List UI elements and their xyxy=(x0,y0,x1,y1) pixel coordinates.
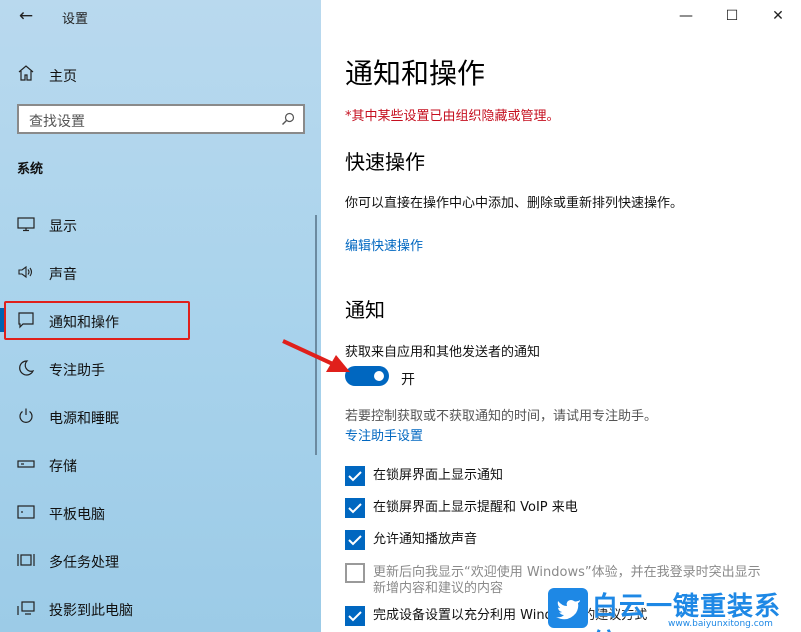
focus-assist-hint: 若要控制获取或不获取通知的时间，请试用专注助手。 xyxy=(345,409,658,424)
search-input[interactable]: 查找设置 xyxy=(17,104,305,134)
title-bar: ← 设置 xyxy=(0,0,321,34)
search-icon xyxy=(282,112,295,125)
sidebar-item-power-sleep[interactable]: 电源和睡眠 xyxy=(0,396,318,436)
checkbox-label-line2: 新增内容和建议的内容 xyxy=(373,581,504,596)
home-icon xyxy=(18,65,34,81)
edit-quick-actions-link[interactable]: 编辑快速操作 xyxy=(345,235,423,254)
checkbox-unchecked[interactable] xyxy=(345,563,365,583)
checkbox-checked[interactable] xyxy=(345,606,365,626)
sidebar-item-label: 投影到此电脑 xyxy=(49,603,133,619)
search-placeholder: 查找设置 xyxy=(29,114,85,130)
sidebar-item-label: 平板电脑 xyxy=(49,507,105,523)
maximize-button[interactable]: ☐ xyxy=(717,4,747,28)
checkbox-checked[interactable] xyxy=(345,530,365,550)
tablet-icon xyxy=(17,505,35,519)
checkmark-icon xyxy=(348,535,362,546)
sidebar-item-label: 声音 xyxy=(49,267,77,283)
app-title: 设置 xyxy=(62,12,89,27)
watermark: 白云一键重装系统 www.baiyunxitong.com xyxy=(548,586,801,632)
managed-warning: *其中某些设置已由组织隐藏或管理。 xyxy=(345,109,560,124)
main-content: — ☐ ✕ 通知和操作 *其中某些设置已由组织隐藏或管理。 快速操作 你可以直接… xyxy=(321,0,801,632)
project-icon xyxy=(17,601,35,615)
power-icon xyxy=(19,408,33,423)
back-button[interactable]: ← xyxy=(14,6,38,28)
checkbox-label: 允许通知播放声音 xyxy=(373,532,478,547)
checkbox-label: 在锁屏界面上显示提醒和 VoIP 来电 xyxy=(373,500,578,515)
sidebar-item-label: 显示 xyxy=(49,219,77,235)
close-icon: ✕ xyxy=(772,8,784,24)
checkmark-icon xyxy=(348,503,362,514)
checkmark-icon xyxy=(348,611,362,622)
close-button[interactable]: ✕ xyxy=(763,4,793,28)
notifications-toggle[interactable] xyxy=(345,366,389,386)
sidebar-item-project[interactable]: 投影到此电脑 xyxy=(0,588,318,628)
maximize-icon: ☐ xyxy=(725,8,739,24)
sidebar-item-label: 多任务处理 xyxy=(49,555,119,571)
sidebar-item-label: 主页 xyxy=(49,69,77,85)
minimize-button[interactable]: — xyxy=(671,4,701,28)
sidebar-item-label: 电源和睡眠 xyxy=(49,411,119,427)
checkmark-icon xyxy=(348,471,362,482)
sidebar-item-focus-assist[interactable]: 专注助手 xyxy=(0,348,318,388)
highlight-box xyxy=(4,301,190,340)
sidebar-scrollbar[interactable] xyxy=(315,215,317,455)
toggle-state-label: 开 xyxy=(401,372,415,388)
minimize-icon: — xyxy=(679,8,693,24)
section-header-system: 系统 xyxy=(17,162,44,177)
sidebar-item-storage[interactable]: 存储 xyxy=(0,444,318,484)
checkbox-checked[interactable] xyxy=(345,466,365,486)
storage-icon xyxy=(17,460,35,468)
page-title: 通知和操作 xyxy=(345,57,486,90)
notifications-toggle-label: 获取来自应用和其他发送者的通知 xyxy=(345,345,541,360)
quick-actions-heading: 快速操作 xyxy=(345,150,425,174)
checkbox-label: 在锁屏界面上显示通知 xyxy=(373,468,504,483)
sidebar: ← 设置 主页 查找设置 系统 显示 声音 通知和操作 专注助手 电源和睡眠 存… xyxy=(0,0,321,632)
sidebar-item-label: 专注助手 xyxy=(49,363,105,379)
monitor-icon xyxy=(17,217,35,232)
twitter-bird-logo-icon xyxy=(548,588,588,628)
checkbox-checked[interactable] xyxy=(345,498,365,518)
sidebar-item-display[interactable]: 显示 xyxy=(0,204,318,244)
sidebar-item-label: 存储 xyxy=(49,459,77,475)
checkbox-label-line1: 更新后向我显示“欢迎使用 Windows”体验，并在我登录时突出显示 xyxy=(373,565,761,580)
notifications-heading: 通知 xyxy=(345,298,385,322)
back-arrow-icon: ← xyxy=(18,6,34,26)
speaker-icon xyxy=(18,265,33,279)
quick-actions-description: 你可以直接在操作中心中添加、删除或重新排列快速操作。 xyxy=(345,196,684,211)
watermark-url: www.baiyunxitong.com xyxy=(668,619,773,629)
sidebar-item-multitasking[interactable]: 多任务处理 xyxy=(0,540,318,580)
toggle-knob xyxy=(374,371,384,381)
moon-icon xyxy=(19,360,35,376)
sidebar-item-tablet[interactable]: 平板电脑 xyxy=(0,492,318,532)
focus-assist-settings-link[interactable]: 专注助手设置 xyxy=(345,425,423,444)
sidebar-item-sound[interactable]: 声音 xyxy=(0,252,318,292)
multitask-icon xyxy=(17,554,35,566)
sidebar-item-home[interactable]: 主页 xyxy=(0,58,321,90)
